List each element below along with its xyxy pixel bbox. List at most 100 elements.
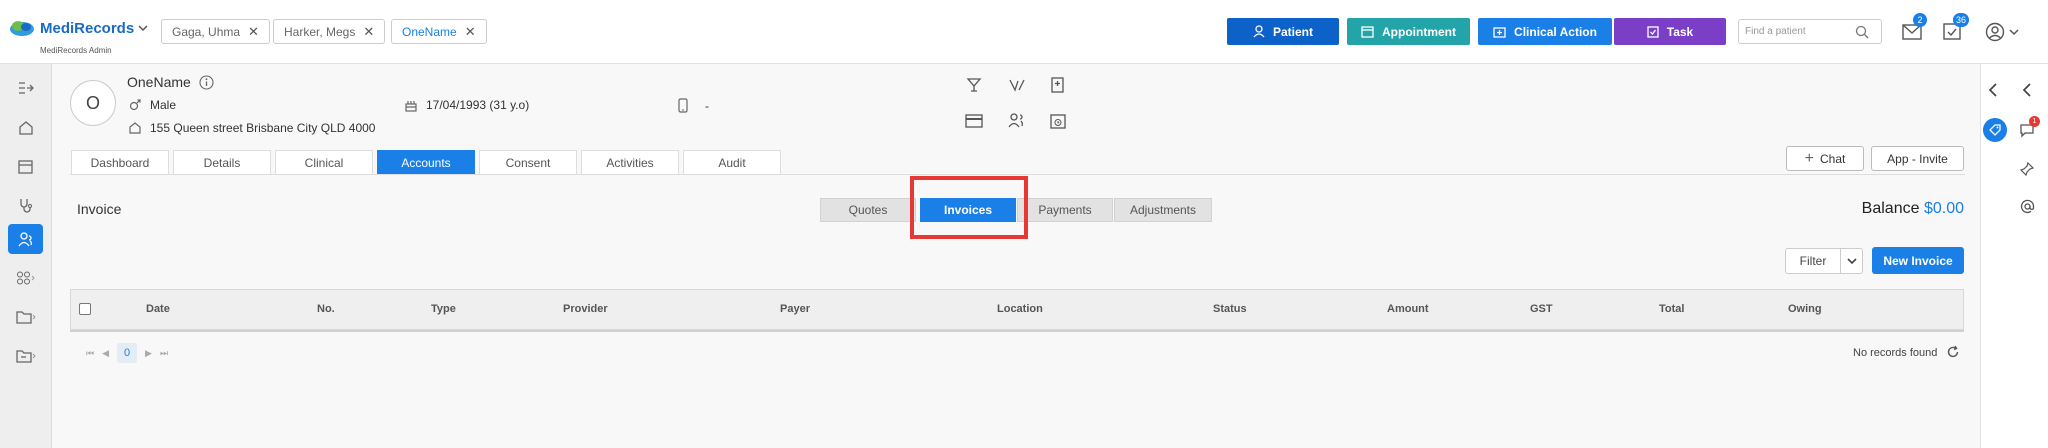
patient-search[interactable]	[1738, 19, 1882, 44]
chat-button-label: Chat	[1819, 151, 1846, 166]
filter-button[interactable]: Filter	[1785, 248, 1863, 274]
pin-button[interactable]	[2015, 157, 2039, 181]
prev-page-icon[interactable]: ◀	[102, 348, 109, 359]
open-patient-tab-active[interactable]: OneName ✕	[391, 19, 487, 44]
open-patient-label: OneName	[402, 24, 457, 39]
first-page-icon[interactable]: ⏮	[86, 348, 94, 359]
column-header[interactable]: Status	[1213, 303, 1247, 315]
open-patient-tab[interactable]: Gaga, Uhma ✕	[161, 19, 270, 44]
sidebar-item-clinical[interactable]	[8, 190, 43, 220]
invoice-table-header: Date No. Type Provider Payer Location St…	[70, 289, 1964, 330]
chevron-down-icon[interactable]	[138, 23, 148, 33]
logo-cloud-icon	[10, 21, 34, 36]
open-patient-label: Harker, Megs	[284, 24, 356, 39]
clinical-action-button-label: Clinical Action	[1514, 24, 1597, 39]
patient-dob-row: 17/04/1993 (31 y.o)	[404, 98, 529, 112]
last-page-icon[interactable]: ⏭	[160, 348, 168, 359]
appointment-button[interactable]: Appointment	[1347, 18, 1470, 45]
patient-address: 155 Queen street Brisbane City QLD 4000	[150, 121, 376, 135]
patient-address-row: 155 Queen street Brisbane City QLD 4000	[128, 121, 375, 135]
new-invoice-button[interactable]: New Invoice	[1872, 247, 1964, 274]
expand-panel-button[interactable]	[2015, 78, 2039, 102]
column-header[interactable]: Provider	[563, 303, 608, 315]
patient-button[interactable]: Patient	[1227, 18, 1339, 45]
column-header[interactable]: Location	[997, 303, 1043, 315]
close-icon[interactable]: ✕	[465, 24, 476, 40]
open-patient-tab[interactable]: Harker, Megs ✕	[273, 19, 386, 44]
tasks-button[interactable]: 36	[1943, 13, 1970, 43]
chevron-down-icon	[2009, 29, 2019, 36]
info-icon[interactable]	[199, 74, 214, 90]
patient-avatar: O	[70, 80, 116, 126]
patient-phone: -	[705, 98, 709, 113]
messages-button[interactable]: 2	[1902, 13, 1927, 43]
expand-menu-icon	[18, 82, 34, 94]
patient-name: OneName	[127, 74, 191, 90]
filter-dropdown[interactable]	[1841, 249, 1862, 273]
next-page-icon[interactable]: ▶	[145, 348, 152, 359]
tab-activities[interactable]: Activities	[581, 150, 679, 174]
sidebar-expand[interactable]	[8, 73, 43, 103]
current-page[interactable]: 0	[117, 343, 138, 363]
stethoscope-icon	[19, 199, 32, 213]
column-header[interactable]: Total	[1659, 303, 1684, 315]
app-invite-button[interactable]: App - Invite	[1871, 146, 1964, 171]
chat-panel-button[interactable]: 1	[2015, 116, 2040, 142]
sidebar-item-documents[interactable]	[8, 302, 43, 332]
birthday-cake-icon	[405, 101, 417, 112]
user-menu[interactable]	[1985, 22, 2019, 42]
sidebar-item-reports[interactable]	[8, 341, 43, 371]
patient-dob: 17/04/1993 (31 y.o)	[426, 98, 530, 112]
credit-card-icon[interactable]	[965, 114, 983, 128]
sidebar-item-calendar[interactable]	[8, 151, 43, 181]
tab-consent[interactable]: Consent	[479, 150, 577, 174]
medication-icon[interactable]	[1008, 77, 1026, 93]
chat-button[interactable]: + Chat	[1786, 146, 1864, 171]
task-button[interactable]: Task	[1614, 18, 1726, 45]
filter-label[interactable]: Filter	[1786, 249, 1841, 273]
brand-logo[interactable]: MediRecords	[8, 18, 148, 38]
refresh-icon[interactable]	[1946, 345, 1960, 359]
appointment-clock-icon[interactable]	[1050, 113, 1066, 129]
table-divider	[70, 330, 1964, 332]
folder-tree-icon	[15, 350, 36, 363]
segment-quotes[interactable]: Quotes	[820, 198, 916, 222]
column-header[interactable]: Amount	[1387, 303, 1429, 315]
hospital-icon[interactable]	[1050, 77, 1065, 93]
search-input[interactable]	[1745, 26, 1855, 37]
column-header[interactable]: Type	[431, 303, 456, 315]
close-icon[interactable]: ✕	[363, 24, 374, 40]
segment-adjustments[interactable]: Adjustments	[1114, 198, 1212, 222]
tab-details[interactable]: Details	[173, 150, 271, 174]
tab-audit[interactable]: Audit	[683, 150, 781, 174]
clipboard-icon	[1647, 26, 1659, 38]
column-header[interactable]: Payer	[780, 303, 810, 315]
search-icon[interactable]	[1855, 25, 1869, 39]
segment-payments[interactable]: Payments	[1017, 198, 1113, 222]
clinical-action-button[interactable]: Clinical Action	[1478, 18, 1612, 45]
collapse-left-button[interactable]	[1981, 78, 2005, 102]
close-icon[interactable]: ✕	[248, 24, 259, 40]
patient-gender-row: Male	[128, 98, 176, 112]
empty-state-text: No records found	[1853, 347, 1938, 359]
tag-button[interactable]	[1983, 118, 2007, 142]
select-all-checkbox[interactable]	[79, 303, 91, 315]
tab-accounts[interactable]: Accounts	[377, 150, 475, 174]
messages-badge: 2	[1913, 13, 1927, 27]
sidebar-item-home[interactable]	[8, 112, 43, 142]
calendar-icon	[1361, 26, 1374, 38]
at-sign-icon	[2020, 199, 2034, 213]
right-sidebar: 1	[1980, 64, 2048, 448]
column-header[interactable]: No.	[317, 303, 335, 315]
column-header[interactable]: GST	[1530, 303, 1553, 315]
column-header[interactable]: Date	[146, 303, 170, 315]
column-header[interactable]: Owing	[1788, 303, 1822, 315]
mention-button[interactable]	[2015, 194, 2039, 218]
sidebar-item-apps[interactable]	[8, 263, 43, 293]
tab-clinical[interactable]: Clinical	[275, 150, 373, 174]
cocktail-glass-icon[interactable]	[966, 77, 982, 93]
contacts-icon[interactable]	[1008, 112, 1025, 128]
sidebar-item-patients[interactable]	[8, 224, 43, 254]
pagination: ⏮ ◀ 0 ▶ ⏭	[86, 343, 168, 363]
tab-dashboard[interactable]: Dashboard	[71, 150, 169, 174]
